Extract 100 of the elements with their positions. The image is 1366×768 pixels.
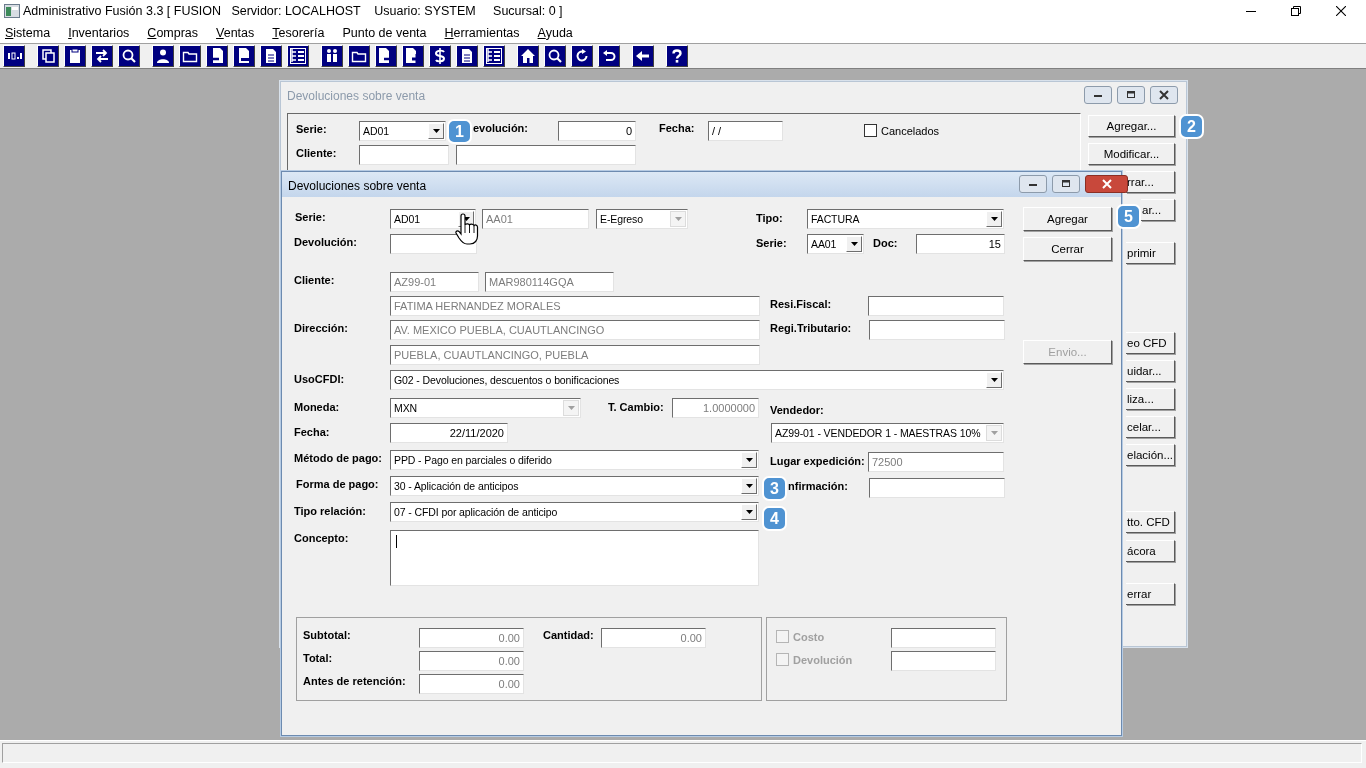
document-plus-icon[interactable] — [402, 45, 424, 67]
search-icon[interactable] — [544, 45, 566, 67]
list-icon[interactable] — [287, 45, 309, 67]
dropdown[interactable]: PPD - Pago en parciales o diferido — [390, 450, 759, 470]
text-field[interactable] — [891, 628, 996, 648]
button[interactable]: liza... — [1126, 388, 1175, 410]
text-field[interactable] — [868, 296, 1004, 316]
button[interactable]: tto. CFD — [1126, 511, 1175, 533]
dropdown[interactable]: AA01 — [807, 234, 864, 254]
button[interactable]: Cerrar — [1023, 237, 1112, 261]
field-label: Cliente: — [294, 273, 335, 287]
home-icon[interactable] — [517, 45, 539, 67]
field-label: T. Cambio: — [608, 400, 664, 414]
menu-item[interactable]: Inventarios — [66, 24, 132, 41]
field-label: Concepto: — [294, 531, 349, 545]
text-field[interactable] — [891, 651, 996, 671]
text-caret — [396, 535, 397, 548]
undo-icon[interactable] — [598, 45, 620, 67]
button[interactable]: primir — [1126, 242, 1175, 264]
caret-icon — [990, 378, 998, 382]
document-arrow-icon[interactable] — [375, 45, 397, 67]
maximize-button[interactable] — [1052, 175, 1080, 193]
checkbox[interactable] — [864, 124, 877, 137]
menu-item[interactable]: Sistema — [3, 24, 53, 41]
button[interactable]: Agregar — [1023, 207, 1112, 231]
window-title: Administrativo Fusión 3.3 [ FUSION Servidor: LOCALHOST Usuario: SYSTEM Sucursal: 0 ] — [23, 3, 563, 19]
document-minus-icon[interactable] — [233, 45, 255, 67]
dollar-icon[interactable] — [429, 45, 451, 67]
callout-badge: 5 — [1116, 204, 1141, 229]
folder-icon[interactable] — [348, 45, 370, 67]
maximize-button[interactable] — [1117, 86, 1145, 104]
callout-badge: 4 — [762, 506, 787, 531]
maximize-icon — [1124, 89, 1138, 101]
field-label: Antes de retención: — [303, 674, 406, 688]
list-icon[interactable] — [483, 45, 505, 67]
close-button[interactable] — [1085, 175, 1128, 193]
menu-item[interactable]: Ventas — [214, 24, 257, 41]
copy-icon[interactable] — [37, 45, 59, 67]
minimize-button[interactable] — [1019, 175, 1047, 193]
button[interactable]: Agregar... — [1088, 115, 1175, 137]
button[interactable]: errar — [1126, 583, 1175, 605]
field-label: Total: — [303, 651, 333, 665]
checkbox-label[interactable]: Cancelados — [881, 124, 940, 138]
document-icon[interactable] — [260, 45, 282, 67]
dropdown[interactable]: AD01 — [359, 121, 446, 141]
text-field[interactable]: 22/11/2020 — [390, 423, 508, 443]
field-label: Forma de pago: — [296, 477, 379, 491]
button[interactable]: ar... — [1141, 199, 1175, 221]
caret-icon — [432, 129, 440, 133]
refresh-icon[interactable] — [571, 45, 593, 67]
dropdown[interactable]: G02 - Devoluciones, descuentos o bonificaciones — [390, 370, 1004, 390]
field-label: Cantidad: — [543, 628, 594, 642]
minimize-button[interactable] — [1084, 86, 1112, 104]
menu-item[interactable]: Tesorería — [270, 24, 327, 41]
text-area[interactable] — [390, 530, 759, 586]
help-icon[interactable] — [666, 45, 688, 67]
text-field[interactable] — [869, 320, 1005, 340]
window-title: Devoluciones sobre venta — [287, 88, 426, 104]
dropdown[interactable]: AD01 — [390, 209, 476, 229]
text-field[interactable] — [456, 145, 636, 165]
dropdown[interactable]: FACTURA — [807, 209, 1004, 229]
button[interactable]: rrar... — [1126, 171, 1175, 193]
button[interactable]: Modificar... — [1088, 143, 1175, 165]
field-label: Serie: — [296, 122, 327, 136]
clipboard-icon[interactable] — [64, 45, 86, 67]
menu-item[interactable]: Herramientas — [442, 24, 522, 41]
caret-icon — [745, 510, 753, 514]
button[interactable]: elación... — [1126, 444, 1175, 466]
text-field[interactable] — [359, 145, 449, 165]
maximize-icon — [1059, 178, 1073, 190]
menu-item[interactable]: Punto de venta — [340, 24, 429, 41]
menu-item[interactable]: Compras — [145, 24, 201, 41]
search-icon[interactable] — [118, 45, 140, 67]
menu-item[interactable]: Ayuda — [535, 24, 575, 41]
swap-arrows-icon[interactable] — [91, 45, 113, 67]
folder-icon[interactable] — [179, 45, 201, 67]
dropdown[interactable]: 07 - CFDI por aplicación de anticipo — [390, 502, 759, 522]
person-icon[interactable] — [152, 45, 174, 67]
text-field[interactable]: 0 — [558, 121, 636, 141]
button[interactable]: ácora — [1126, 540, 1175, 562]
caret-icon — [850, 242, 858, 246]
dropdown[interactable]: 30 - Aplicación de anticipos — [390, 476, 759, 496]
number-icon[interactable] — [3, 45, 25, 67]
document-arrow-icon[interactable] — [206, 45, 228, 67]
left-arrow-icon[interactable] — [632, 45, 654, 67]
text-field[interactable]: / / — [708, 121, 783, 141]
caret-icon — [674, 217, 682, 221]
people-icon[interactable] — [321, 45, 343, 67]
field-label: Regi.Tributario: — [770, 321, 852, 335]
field-label: Tipo: — [756, 211, 783, 225]
text-field[interactable] — [869, 478, 1005, 498]
text-field[interactable]: 15 — [916, 234, 1005, 254]
field-label: Resi.Fiscal: — [770, 297, 832, 311]
field-label: Lugar expedición: — [770, 454, 865, 468]
document-icon[interactable] — [456, 45, 478, 67]
button[interactable]: uidar... — [1126, 360, 1175, 382]
button[interactable]: eo CFD — [1126, 332, 1175, 354]
button[interactable]: celar... — [1126, 416, 1175, 438]
close-button[interactable] — [1150, 86, 1178, 104]
close-icon — [1336, 6, 1346, 16]
